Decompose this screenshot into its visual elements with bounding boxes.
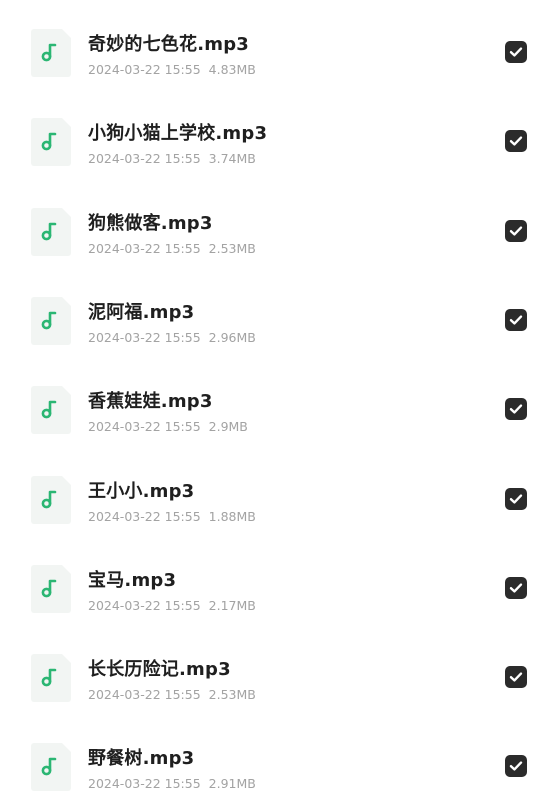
- checkmark-icon: [509, 315, 523, 325]
- file-date: 2024-03-22 15:55: [88, 776, 201, 792]
- audio-file-icon: [31, 29, 71, 77]
- file-corner-fold: [62, 29, 71, 38]
- file-date: 2024-03-22 15:55: [88, 419, 201, 435]
- file-date: 2024-03-22 15:55: [88, 151, 201, 167]
- file-corner-fold: [62, 475, 71, 485]
- file-meta: 2024-03-22 15:55 2.9MB: [88, 419, 248, 434]
- file-size: 2.53MB: [208, 240, 256, 256]
- file-corner-fold: [62, 386, 71, 396]
- file-date: 2024-03-22 15:55: [88, 240, 201, 256]
- file-size: 2.96MB: [208, 329, 256, 345]
- audio-file-icon: [31, 564, 71, 613]
- audio-file-icon: [31, 654, 71, 703]
- music-note-icon: [41, 222, 57, 240]
- file-date: 2024-03-22 15:55: [88, 508, 201, 524]
- file-corner-fold: [62, 296, 71, 306]
- file-row[interactable]: 香蕉娃娃.mp3 2024-03-22 15:55 2.9MB: [0, 357, 560, 446]
- checkmark-icon: [509, 583, 523, 593]
- audio-file-icon: [31, 118, 71, 167]
- audio-file-icon: [31, 743, 71, 792]
- file-name: 野餐树.mp3: [88, 748, 195, 770]
- checkmark-icon: [509, 761, 523, 771]
- select-checkbox[interactable]: [505, 41, 527, 63]
- audio-file-icon: [31, 475, 71, 524]
- music-note-icon: [41, 132, 57, 151]
- file-row[interactable]: 王小小.mp3 2024-03-22 15:55 1.88MB: [0, 447, 560, 536]
- file-name: 长长历险记.mp3: [88, 659, 231, 681]
- file-meta: 2024-03-22 15:55 3.74MB: [88, 151, 256, 166]
- select-checkbox[interactable]: [505, 576, 527, 599]
- file-corner-fold: [62, 118, 71, 128]
- file-row[interactable]: 奇妙的七色花.mp3 2024-03-22 15:55 4.83MB: [0, 0, 560, 89]
- file-size: 2.53MB: [208, 687, 256, 703]
- file-row[interactable]: 宝马.mp3 2024-03-22 15:55 2.17MB: [0, 536, 560, 625]
- file-meta: 2024-03-22 15:55 4.83MB: [88, 62, 256, 77]
- file-name: 奇妙的七色花.mp3: [88, 34, 250, 55]
- checkmark-icon: [509, 493, 523, 504]
- audio-file-icon: [31, 386, 71, 435]
- file-size: 2.91MB: [208, 776, 256, 792]
- file-row[interactable]: 野餐树.mp3 2024-03-22 15:55 2.91MB: [0, 714, 560, 803]
- select-checkbox[interactable]: [505, 755, 527, 778]
- checkmark-icon: [509, 672, 523, 682]
- music-note-icon: [41, 311, 57, 330]
- select-checkbox[interactable]: [505, 666, 527, 689]
- file-name: 王小小.mp3: [88, 480, 195, 502]
- music-note-icon: [41, 668, 57, 687]
- file-corner-fold: [62, 743, 71, 753]
- checkmark-icon: [509, 136, 523, 146]
- select-checkbox[interactable]: [505, 487, 527, 510]
- file-row[interactable]: 泥阿福.mp3 2024-03-22 15:55 2.96MB: [0, 268, 560, 357]
- file-size: 2.17MB: [208, 597, 256, 613]
- audio-file-icon: [31, 207, 71, 256]
- music-note-icon: [41, 400, 57, 419]
- music-note-icon: [41, 758, 57, 776]
- file-size: 3.74MB: [208, 151, 256, 167]
- file-size: 2.9MB: [208, 419, 248, 435]
- select-checkbox[interactable]: [505, 219, 527, 242]
- file-name: 香蕉娃娃.mp3: [88, 391, 213, 413]
- file-date: 2024-03-22 15:55: [88, 62, 201, 77]
- checkmark-icon: [509, 47, 523, 57]
- file-name: 小狗小猫上学校.mp3: [88, 123, 268, 145]
- file-meta: 2024-03-22 15:55 2.17MB: [88, 598, 256, 613]
- music-note-icon: [41, 490, 57, 508]
- file-corner-fold: [62, 564, 71, 574]
- file-name: 狗熊做客.mp3: [88, 212, 213, 234]
- file-corner-fold: [62, 207, 71, 217]
- file-date: 2024-03-22 15:55: [88, 687, 201, 703]
- file-meta: 2024-03-22 15:55 2.53MB: [88, 241, 256, 256]
- file-row[interactable]: 小狗小猫上学校.mp3 2024-03-22 15:55 3.74MB: [0, 89, 560, 178]
- checkmark-icon: [509, 404, 523, 414]
- file-name: 宝马.mp3: [88, 569, 177, 591]
- file-size: 4.83MB: [208, 62, 256, 77]
- file-date: 2024-03-22 15:55: [88, 329, 201, 345]
- file-meta: 2024-03-22 15:55 2.96MB: [88, 330, 256, 345]
- file-corner-fold: [62, 654, 71, 664]
- select-checkbox[interactable]: [505, 398, 527, 421]
- file-meta: 2024-03-22 15:55 2.91MB: [88, 776, 256, 791]
- file-meta: 2024-03-22 15:55 2.53MB: [88, 687, 256, 702]
- file-row[interactable]: 长长历险记.mp3 2024-03-22 15:55 2.53MB: [0, 625, 560, 714]
- file-name: 泥阿福.mp3: [88, 301, 195, 323]
- music-note-icon: [41, 579, 57, 598]
- file-meta: 2024-03-22 15:55 1.88MB: [88, 509, 256, 524]
- music-note-icon: [41, 43, 57, 62]
- file-row[interactable]: 狗熊做客.mp3 2024-03-22 15:55 2.53MB: [0, 179, 560, 268]
- audio-file-icon: [31, 296, 71, 345]
- select-checkbox[interactable]: [505, 308, 527, 331]
- file-size: 1.88MB: [208, 508, 256, 524]
- checkmark-icon: [509, 225, 523, 236]
- select-checkbox[interactable]: [505, 130, 527, 153]
- file-date: 2024-03-22 15:55: [88, 597, 201, 613]
- file-list: 奇妙的七色花.mp3 2024-03-22 15:55 4.83MB 小狗小猫上学校.…: [0, 0, 560, 800]
